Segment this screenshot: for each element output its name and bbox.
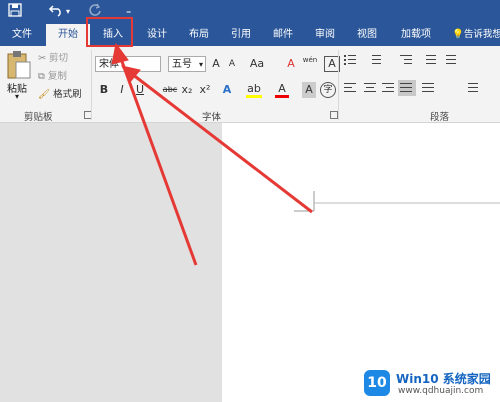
format-painter-button[interactable]: 🖌 格式刷 <box>38 87 82 103</box>
watermark-url: www.qdhuajin.com <box>398 386 484 396</box>
tab-layout[interactable]: 布局 <box>178 24 220 46</box>
chevron-down-icon: ▾ <box>198 60 203 69</box>
change-case-icon[interactable]: Aa <box>248 56 266 72</box>
italic-button[interactable]: I <box>116 82 128 98</box>
tab-references[interactable]: 引用 <box>220 24 262 46</box>
format-painter-label: 格式刷 <box>53 89 82 100</box>
tab-mailings[interactable]: 邮件 <box>262 24 304 46</box>
undo-dropdown-icon[interactable]: ▾ <box>66 3 70 21</box>
customize-toolbar-icon[interactable]: ₌ <box>126 3 131 21</box>
cut-button[interactable]: ✂ 剪切 <box>38 51 68 67</box>
lightbulb-icon: 💡 <box>452 29 464 40</box>
tab-addins[interactable]: 加载项 <box>390 24 442 46</box>
clipboard-icon <box>7 51 31 79</box>
clear-formatting-icon[interactable]: A <box>285 56 297 72</box>
scissors-icon: ✂ <box>38 53 46 64</box>
group-divider <box>91 50 92 120</box>
tell-me-box[interactable]: 💡告诉我想 <box>452 24 500 46</box>
font-name-value: 宋体 <box>99 59 119 70</box>
phonetic-guide-icon[interactable]: wén <box>302 52 318 68</box>
underline-button[interactable]: U <box>134 82 146 98</box>
save-icon[interactable] <box>8 3 22 23</box>
ribbon-home: 粘贴 ▾ ✂ 剪切 ⧉ 复制 🖌 格式刷 剪贴板 宋体 五号 ▾ A A Aa … <box>0 46 500 123</box>
subscript-button[interactable]: x₂ <box>180 82 194 98</box>
copy-icon: ⧉ <box>38 71 45 82</box>
font-color-icon[interactable]: A <box>275 82 289 98</box>
paintbrush-icon: 🖌 <box>38 89 51 100</box>
paste-dropdown-icon: ▾ <box>15 92 20 101</box>
font-size-value: 五号 <box>172 59 192 70</box>
clipboard-group-label: 剪贴板 <box>24 112 53 123</box>
paste-button[interactable]: 粘贴 ▾ <box>4 50 34 102</box>
tab-design[interactable]: 设计 <box>136 24 178 46</box>
undo-icon[interactable] <box>48 3 64 23</box>
enclose-characters-icon[interactable]: 字 <box>320 82 336 98</box>
font-size-select[interactable]: 五号 ▾ <box>168 56 206 72</box>
superscript-button[interactable]: x² <box>198 82 212 98</box>
copy-label: 复制 <box>47 71 67 82</box>
win10-logo: 10 <box>364 370 390 396</box>
copy-button[interactable]: ⧉ 复制 <box>38 69 67 85</box>
group-divider <box>338 50 339 120</box>
redo-icon[interactable] <box>88 3 102 23</box>
tab-file[interactable]: 文件 <box>0 24 44 46</box>
character-shading-icon[interactable]: A <box>302 82 316 98</box>
highlight-icon[interactable]: ab <box>246 82 262 98</box>
bold-button[interactable]: B <box>98 82 110 98</box>
left-margin-area <box>0 123 222 402</box>
text-effects-icon[interactable]: A <box>220 82 234 98</box>
paragraph-group-label: 段落 <box>430 112 450 123</box>
cut-label: 剪切 <box>49 53 69 64</box>
font-launcher-icon[interactable] <box>330 111 338 119</box>
paragraph-controls[interactable] <box>342 52 500 108</box>
document-page[interactable] <box>222 123 500 402</box>
watermark: 10 Win10 系统家园 www.qdhuajin.com <box>364 368 498 398</box>
tab-review[interactable]: 审阅 <box>304 24 346 46</box>
strikethrough-button[interactable]: abc <box>160 82 180 98</box>
font-group-label: 字体 <box>202 112 222 123</box>
shrink-font-icon[interactable]: A <box>226 56 238 72</box>
logo-text: 10 <box>367 375 387 391</box>
quick-access-toolbar: ▾ ₌ <box>0 0 500 24</box>
tab-home[interactable]: 开始 <box>46 24 90 46</box>
grow-font-icon[interactable]: A <box>210 56 222 72</box>
font-name-select[interactable]: 宋体 <box>95 56 161 72</box>
watermark-brand: Win10 系统家园 <box>396 372 491 386</box>
tab-insert[interactable]: 插入 <box>92 24 134 46</box>
tell-me-text: 告诉我想 <box>463 29 500 40</box>
margin-marker <box>294 191 500 212</box>
tab-view[interactable]: 视图 <box>346 24 388 46</box>
ribbon-tabs: 文件 开始 插入 设计 布局 引用 邮件 审阅 视图 加载项 💡告诉我想 <box>0 24 500 46</box>
